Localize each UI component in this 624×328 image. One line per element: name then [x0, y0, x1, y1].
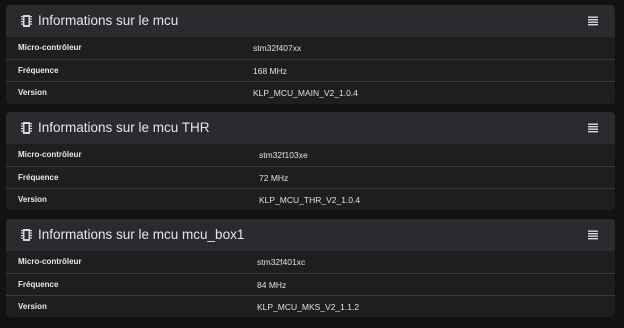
chip-icon: [21, 15, 32, 27]
info-row-version: Version KLP_MCU_MAIN_V2_1.0.4: [6, 81, 615, 104]
row-label: Version: [18, 195, 47, 204]
mcu-thr-info-panel: Informations sur le mcu THR Micro-contrô…: [6, 112, 615, 210]
info-row-mcu: Micro-contrôleur stm32f103xe: [6, 144, 615, 166]
row-label: Micro-contrôleur: [18, 43, 82, 52]
row-value: 72 MHz: [259, 173, 289, 183]
mcu-box1-info-panel: Informations sur le mcu mcu_box1 Micro-c…: [6, 219, 615, 317]
panel-title: Informations sur le mcu THR: [38, 120, 210, 135]
row-value: KLP_MCU_MAIN_V2_1.0.4: [253, 88, 358, 98]
row-value: KLP_MCU_THR_V2_1.0.4: [259, 195, 361, 205]
row-value: stm32f103xe: [259, 150, 308, 160]
row-value: stm32f401xc: [257, 257, 306, 267]
menu-icon[interactable]: [588, 123, 598, 133]
row-value: stm32f407xx: [253, 43, 302, 53]
panel-title: Informations sur le mcu mcu_box1: [38, 227, 245, 242]
panel-header: Informations sur le mcu THR: [6, 112, 615, 144]
panel-header: Informations sur le mcu: [6, 5, 615, 37]
info-row-mcu: Micro-contrôleur stm32f407xx: [6, 37, 615, 59]
mcu-info-panel: Informations sur le mcu Micro-contrôleur…: [6, 5, 615, 104]
row-label: Version: [18, 302, 47, 311]
row-value: 168 MHz: [253, 66, 288, 76]
row-label: Fréquence: [18, 280, 59, 289]
menu-icon[interactable]: [588, 230, 598, 240]
info-row-version: Version KLP_MCU_MKS_V2_1.1.2: [6, 295, 615, 317]
row-label: Micro-contrôleur: [18, 257, 82, 266]
menu-icon[interactable]: [588, 16, 598, 26]
panel-title: Informations sur le mcu: [38, 13, 179, 28]
row-label: Version: [18, 88, 47, 97]
info-row-frequency: Fréquence 72 MHz: [6, 166, 615, 189]
row-label: Fréquence: [18, 66, 59, 75]
row-value: 84 MHz: [257, 280, 287, 290]
info-row-frequency: Fréquence 84 MHz: [6, 273, 615, 296]
info-row-version: Version KLP_MCU_THR_V2_1.0.4: [6, 188, 615, 210]
row-value: KLP_MCU_MKS_V2_1.1.2: [257, 302, 360, 312]
panel-header: Informations sur le mcu mcu_box1: [6, 219, 615, 251]
row-label: Micro-contrôleur: [18, 150, 82, 159]
info-row-frequency: Fréquence 168 MHz: [6, 59, 615, 82]
info-row-mcu: Micro-contrôleur stm32f401xc: [6, 251, 615, 273]
row-label: Fréquence: [18, 173, 59, 182]
chip-icon: [21, 122, 32, 134]
chip-icon: [21, 229, 32, 241]
